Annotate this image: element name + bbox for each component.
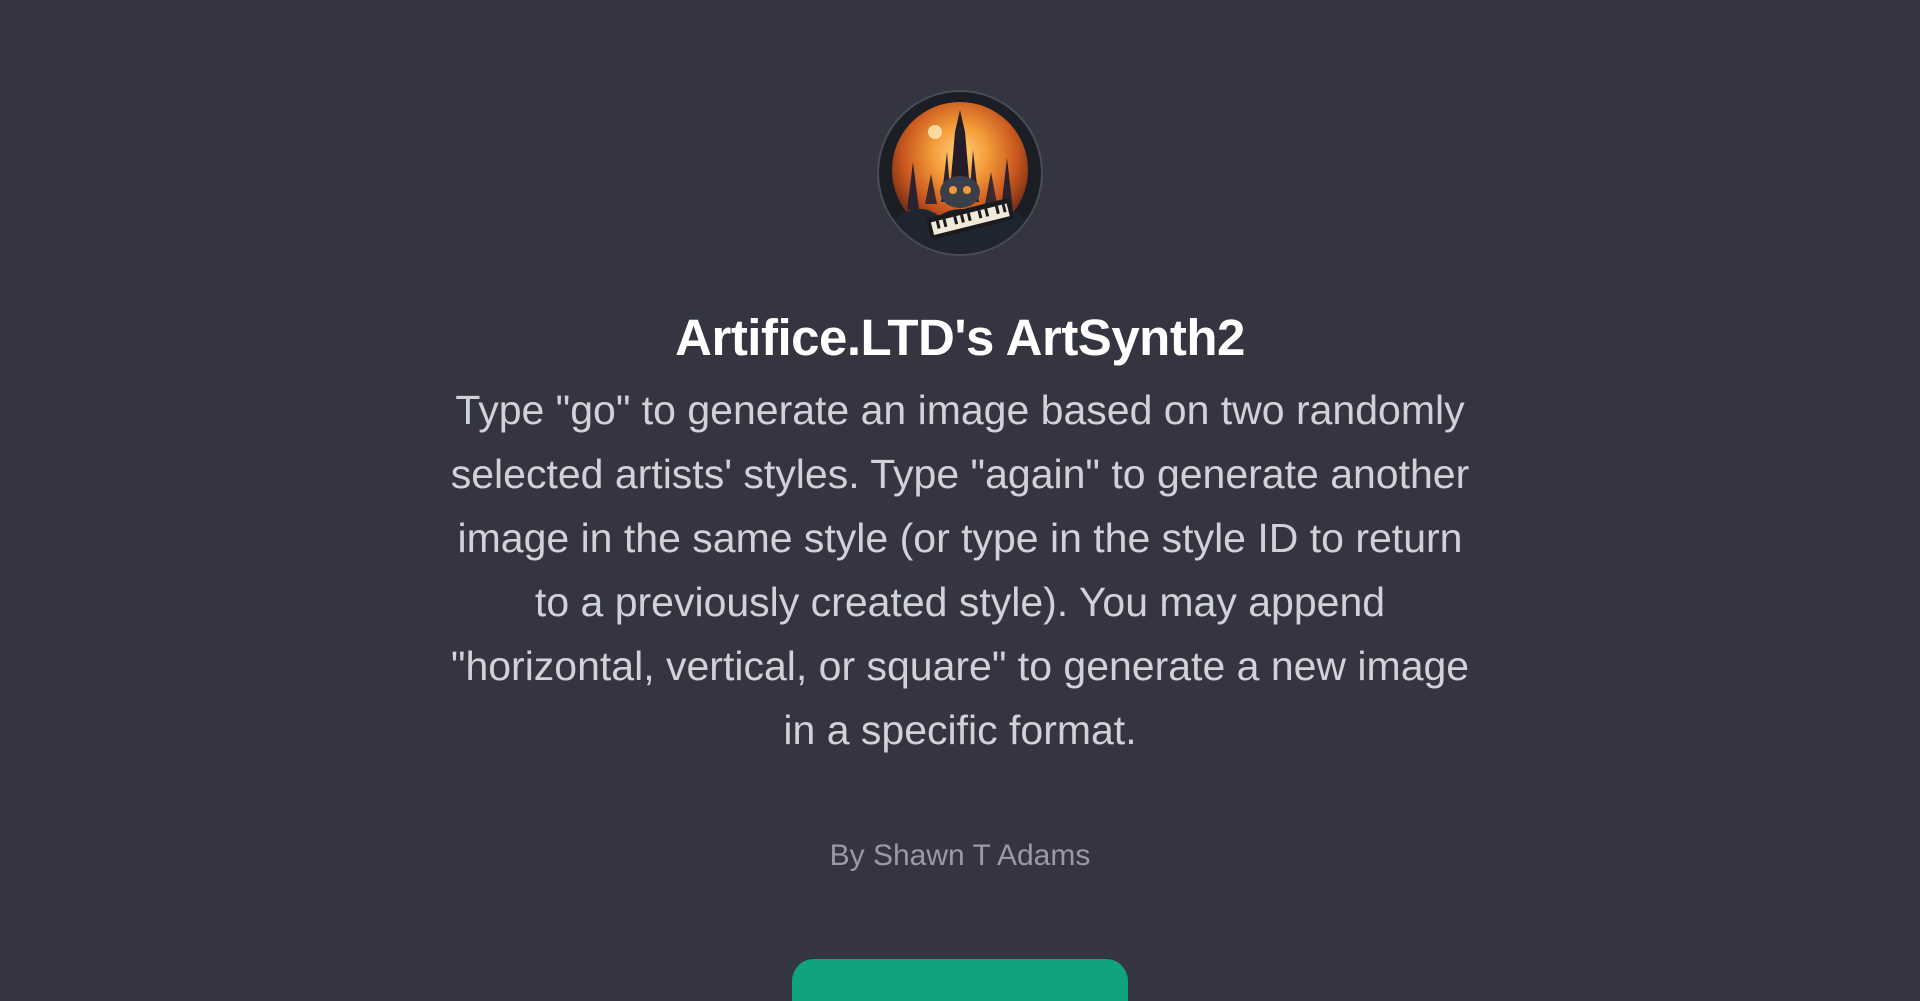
gpt-landing-page: Artifice.LTD's ArtSynth2 Type "go" to ge… [0, 0, 1920, 1001]
artsynth-logo-icon [879, 92, 1041, 254]
start-chat-button[interactable] [792, 959, 1128, 1001]
gpt-author: By Shawn T Adams [829, 839, 1091, 872]
gpt-avatar [879, 92, 1041, 254]
gpt-description: Type "go" to generate an image based on … [450, 387, 1470, 753]
gpt-title: Artifice.LTD's ArtSynth2 [675, 309, 1245, 366]
